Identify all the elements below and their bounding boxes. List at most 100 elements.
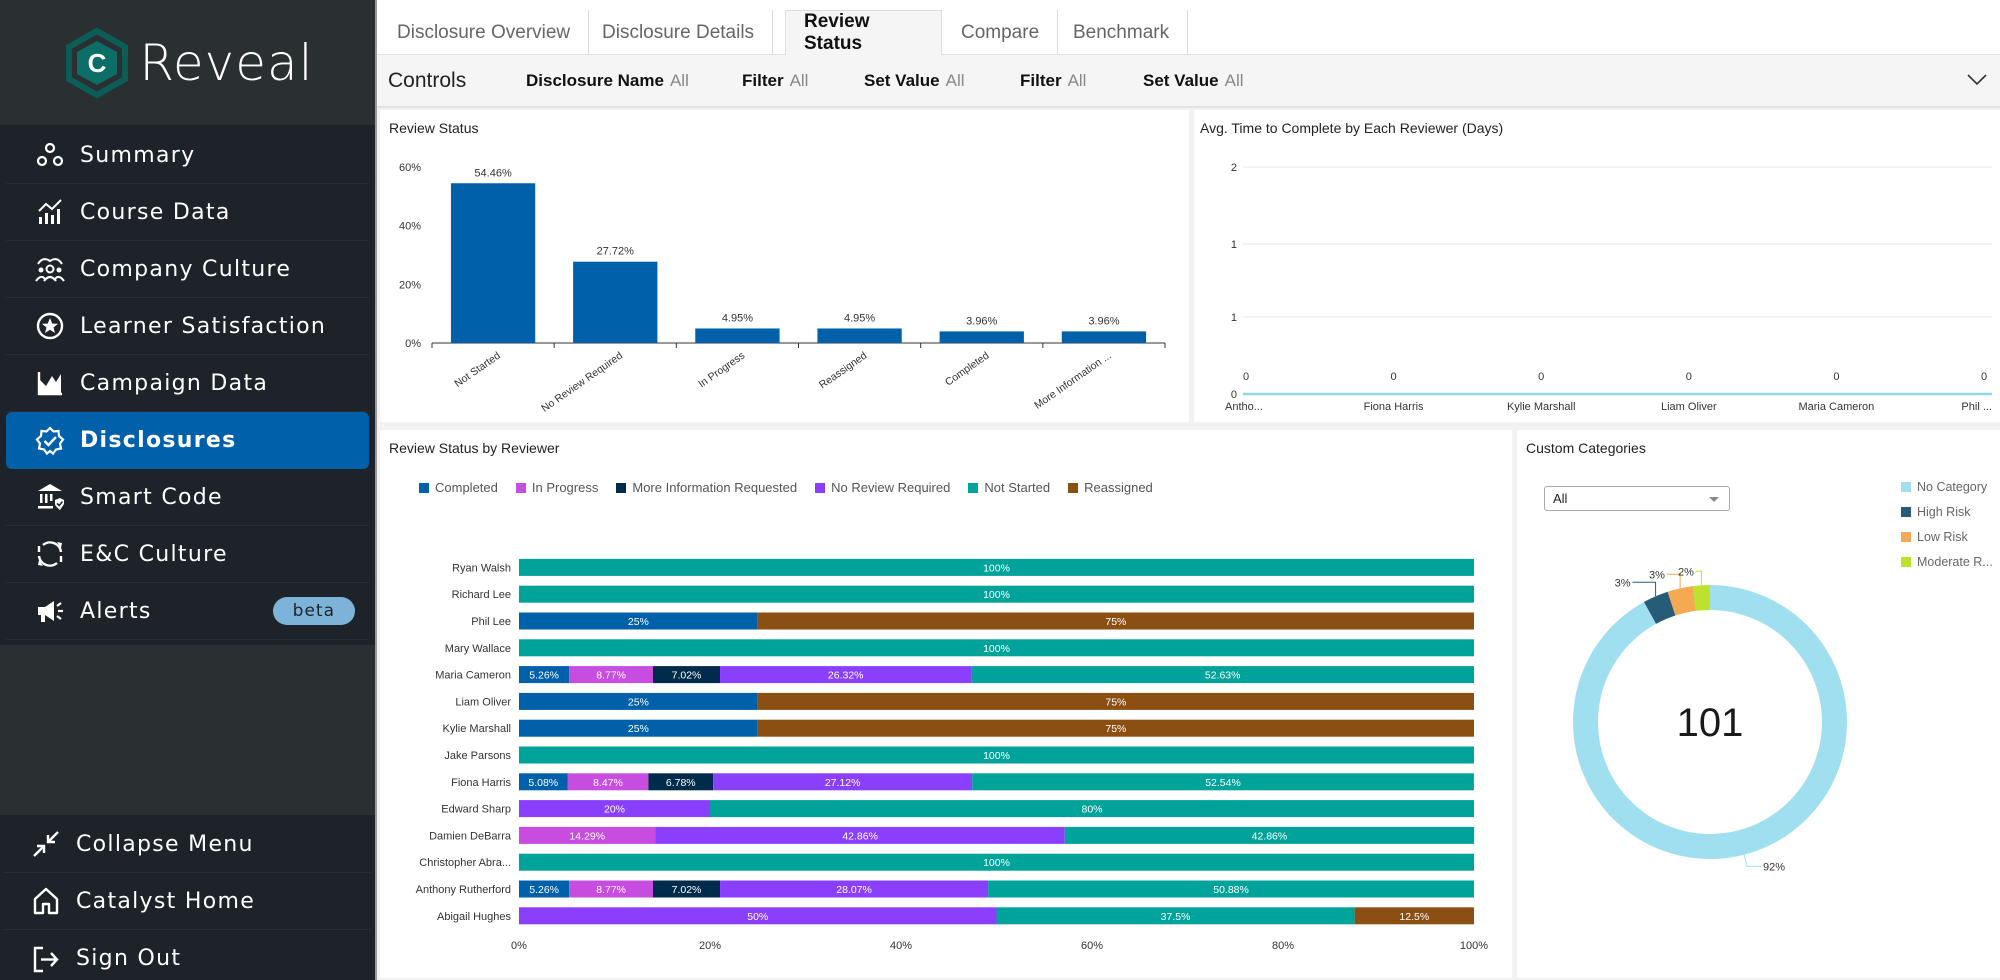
sidebar-bottom-nav: Collapse Menu Catalyst Home Sign Out bbox=[0, 816, 375, 980]
y-tick-label: 1 bbox=[1231, 239, 1237, 251]
bar bbox=[695, 328, 780, 343]
x-tick-label: 20% bbox=[699, 940, 721, 952]
bar-data-label: 4.95% bbox=[844, 312, 875, 324]
tab-review-status[interactable]: Review Status bbox=[785, 10, 942, 55]
segment-label: 100% bbox=[983, 643, 1010, 655]
sidebar-item-label: E&C Culture bbox=[80, 541, 228, 567]
segment-label: 25% bbox=[628, 696, 649, 708]
y-tick-label: 60% bbox=[399, 162, 421, 174]
sidebar-item-learner-satisfaction[interactable]: Learner Satisfaction bbox=[6, 298, 369, 355]
legend-item[interactable]: No Category bbox=[1901, 480, 1993, 494]
legend-item[interactable]: High Risk bbox=[1901, 505, 1993, 519]
sidebar-item-course-data[interactable]: Course Data bbox=[6, 184, 369, 241]
donut-slice bbox=[1643, 591, 1676, 624]
bar bbox=[1061, 331, 1147, 343]
sidebar-item-label: Learner Satisfaction bbox=[80, 313, 327, 339]
legend-label: Low Risk bbox=[1917, 530, 1968, 544]
segment-label: 80% bbox=[1081, 804, 1102, 816]
row-label: Ryan Walsh bbox=[452, 562, 511, 574]
legend-swatch bbox=[1901, 532, 1911, 542]
filter-2[interactable]: Filter All bbox=[1020, 71, 1086, 91]
bar-data-label: 3.96% bbox=[966, 315, 997, 327]
legend-item[interactable]: Low Risk bbox=[1901, 530, 1993, 544]
slice-label: 3% bbox=[1649, 569, 1665, 581]
sidebar-item-smart-code[interactable]: Smart Code bbox=[6, 469, 369, 526]
x-tick-label: Liam Oliver bbox=[1661, 401, 1717, 413]
tab-benchmark[interactable]: Benchmark bbox=[1055, 10, 1189, 55]
sidebar-item-ec-culture[interactable]: E&C Culture bbox=[6, 526, 369, 583]
sidebar-item-label: Course Data bbox=[80, 199, 231, 225]
sidebar-nav: Summary Course Data Company Culture Lear… bbox=[0, 127, 375, 640]
donut-slice bbox=[1573, 585, 1847, 859]
sidebar-item-disclosures[interactable]: Disclosures bbox=[6, 412, 369, 469]
x-tick-label: Maria Cameron bbox=[1798, 401, 1874, 413]
logo-letter: C bbox=[88, 48, 107, 78]
brand-logo[interactable]: C Reveal bbox=[0, 0, 375, 125]
segment-label: 52.63% bbox=[1205, 670, 1241, 682]
tab-label: Disclosure Overview bbox=[397, 21, 571, 43]
segment-label: 5.26% bbox=[529, 884, 559, 896]
bar-data-label: 3.96% bbox=[1088, 315, 1119, 327]
disclosure-name-filter[interactable]: Disclosure Name All bbox=[526, 71, 689, 91]
legend-item[interactable]: Moderate R... bbox=[1901, 555, 1993, 569]
x-tick-label: In Progress bbox=[696, 350, 747, 391]
circles-icon bbox=[34, 139, 66, 171]
segment-label: 25% bbox=[628, 723, 649, 735]
review-status-chart: 0% 20% 40% 60% 54.46% Not Started 27.72% No Rev… bbox=[399, 162, 1166, 415]
chevron-down-icon[interactable] bbox=[1966, 71, 1988, 87]
sidebar-item-alerts[interactable]: Alerts beta bbox=[6, 583, 369, 640]
filter-label: Filter bbox=[1020, 70, 1062, 90]
filter-1[interactable]: Filter All bbox=[742, 71, 808, 91]
segment-label: 8.47% bbox=[593, 777, 623, 789]
slice-label: 2% bbox=[1678, 566, 1694, 578]
x-tick-label: Completed bbox=[943, 350, 992, 389]
bar-data-label: 54.46% bbox=[474, 167, 512, 179]
collapse-menu-button[interactable]: Collapse Menu bbox=[4, 816, 371, 873]
y-tick-label: 2 bbox=[1231, 162, 1237, 174]
set-value-2[interactable]: Set Value All bbox=[1143, 71, 1244, 91]
row-label: Richard Lee bbox=[452, 589, 511, 601]
x-tick-label: 40% bbox=[890, 940, 912, 952]
point-data-label: 0 bbox=[1538, 371, 1544, 383]
sign-out-button[interactable]: Sign Out bbox=[4, 930, 371, 980]
custom-categories-panel: Custom Categories All No Category High Ri… bbox=[1517, 430, 2000, 978]
panel-title: Custom Categories bbox=[1526, 440, 1646, 456]
leader-line bbox=[1743, 854, 1762, 867]
segment-label: 100% bbox=[983, 589, 1010, 601]
sidebar-item-company-culture[interactable]: Company Culture bbox=[6, 241, 369, 298]
bar bbox=[573, 261, 658, 343]
sign-out-icon bbox=[30, 943, 62, 975]
avg-time-chart: 01120Antho...0Fiona Harris0Kylie Marshal… bbox=[1225, 162, 1992, 413]
x-tick-label: 100% bbox=[1460, 940, 1488, 952]
controls-title: Controls bbox=[388, 68, 467, 92]
y-tick-label: 40% bbox=[399, 221, 421, 233]
x-tick-label: Not Started bbox=[452, 350, 503, 390]
tab-disclosure-details[interactable]: Disclosure Details bbox=[584, 10, 774, 55]
filter-value: All bbox=[789, 70, 809, 90]
segment-label: 28.07% bbox=[836, 884, 872, 896]
star-circle-icon bbox=[34, 310, 66, 342]
x-tick-label: No Review Required bbox=[539, 350, 625, 415]
megaphone-icon bbox=[34, 595, 66, 627]
segment-label: 42.86% bbox=[842, 830, 878, 842]
tab-compare[interactable]: Compare bbox=[943, 10, 1059, 55]
segment-label: 12.5% bbox=[1399, 911, 1429, 923]
collapse-arrows-icon bbox=[30, 828, 62, 860]
segment-label: 42.86% bbox=[1252, 830, 1288, 842]
legend-swatch bbox=[1901, 482, 1911, 492]
legend-label: Moderate R... bbox=[1917, 555, 1993, 569]
y-tick-label: 0 bbox=[1231, 389, 1237, 401]
donut-center-total: 101 bbox=[1677, 701, 1744, 745]
category-select[interactable]: All bbox=[1544, 486, 1730, 511]
row-label: Phil Lee bbox=[471, 616, 511, 628]
tab-disclosure-overview[interactable]: Disclosure Overview bbox=[379, 10, 590, 55]
sidebar-item-summary[interactable]: Summary bbox=[6, 127, 369, 184]
review-status-by-reviewer-panel: Review Status by Reviewer Completed In Pr… bbox=[380, 430, 1512, 978]
filter-label: Filter bbox=[742, 70, 784, 90]
panel-title: Review Status bbox=[389, 120, 479, 136]
sidebar: C Reveal Summary Course Data Company Cul… bbox=[0, 0, 375, 980]
sidebar-item-campaign-data[interactable]: Campaign Data bbox=[6, 355, 369, 412]
segment-label: 14.29% bbox=[569, 830, 605, 842]
set-value-1[interactable]: Set Value All bbox=[864, 71, 965, 91]
catalyst-home-link[interactable]: Catalyst Home bbox=[4, 873, 371, 930]
